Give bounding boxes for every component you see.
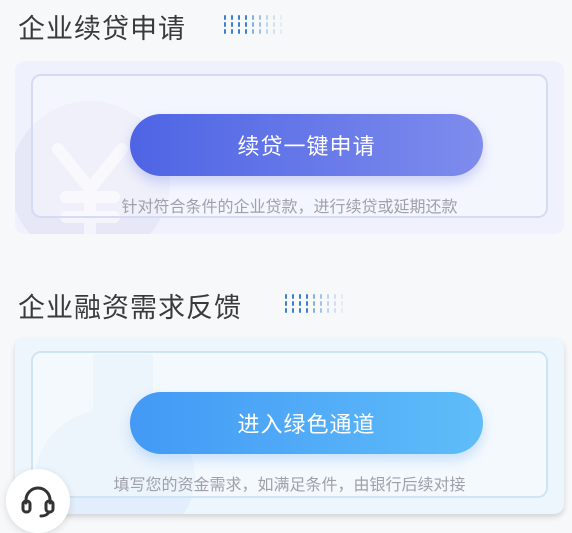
financing-feedback-inner-panel: 进入绿色通道 填写您的资金需求，如满足条件，由银行后续对接 (31, 351, 548, 498)
loan-renewal-inner-panel: 续贷一键申请 针对符合条件的企业贷款，进行续贷或延期还款 (31, 74, 548, 218)
decorative-dots (285, 294, 346, 313)
loan-renewal-description: 针对符合条件的企业贷款，进行续贷或延期还款 (121, 197, 458, 216)
customer-service-button[interactable] (6, 469, 70, 533)
headset-icon (21, 486, 55, 518)
financing-feedback-card: 进入绿色通道 填写您的资金需求，如满足条件，由银行后续对接 (15, 338, 564, 514)
loan-renewal-apply-button[interactable]: 续贷一键申请 (130, 114, 483, 176)
section-title-loan-renewal: 企业续贷申请 (18, 14, 186, 45)
green-channel-enter-button[interactable]: 进入绿色通道 (130, 392, 483, 454)
loan-renewal-card: 续贷一键申请 针对符合条件的企业贷款，进行续贷或延期还款 (15, 61, 564, 234)
decorative-dots (224, 15, 285, 34)
financing-feedback-description: 填写您的资金需求，如满足条件，由银行后续对接 (113, 475, 466, 494)
section-title-financing-feedback: 企业融资需求反馈 (18, 293, 242, 324)
